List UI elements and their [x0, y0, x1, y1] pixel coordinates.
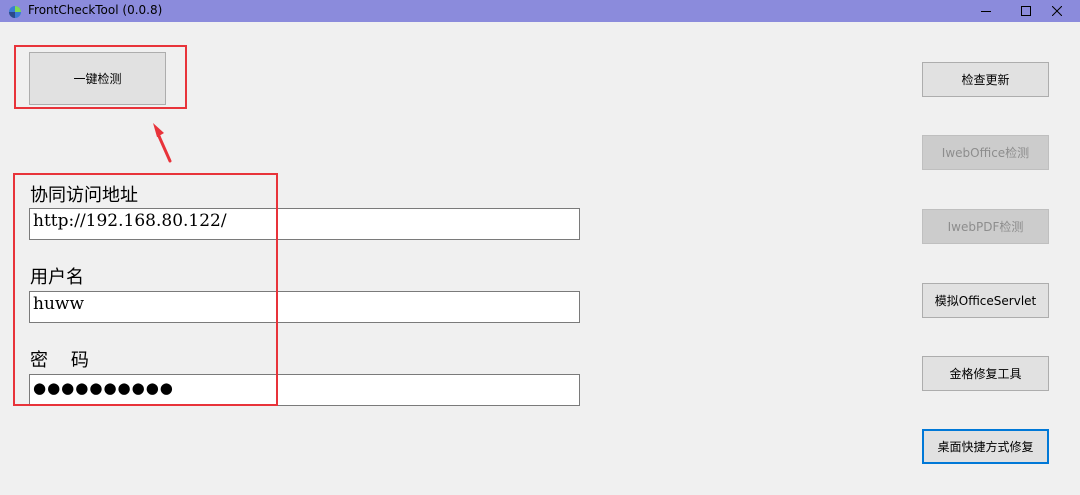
- title-bar: FrontCheckTool (0.0.8): [0, 0, 1080, 22]
- iwebpdf-check-button[interactable]: IwebPDF检测: [922, 209, 1049, 244]
- maximize-icon: [1021, 6, 1031, 16]
- simulate-officeservlet-button[interactable]: 模拟OfficeServlet: [922, 283, 1049, 318]
- annotation-box-check-button: [14, 45, 187, 109]
- annotation-arrow-icon: [148, 120, 176, 168]
- close-button[interactable]: [1034, 0, 1080, 22]
- annotation-box-form: [13, 173, 278, 406]
- jinge-repair-tool-button[interactable]: 金格修复工具: [922, 356, 1049, 391]
- window-title: FrontCheckTool (0.0.8): [28, 3, 163, 17]
- close-icon: [1052, 6, 1062, 16]
- app-logo-icon: [8, 4, 22, 18]
- iweboffice-check-button[interactable]: IwebOffice检测: [922, 135, 1049, 170]
- check-update-button[interactable]: 检查更新: [922, 62, 1049, 97]
- desktop-shortcut-repair-button[interactable]: 桌面快捷方式修复: [922, 429, 1049, 464]
- minimize-icon: [981, 6, 991, 16]
